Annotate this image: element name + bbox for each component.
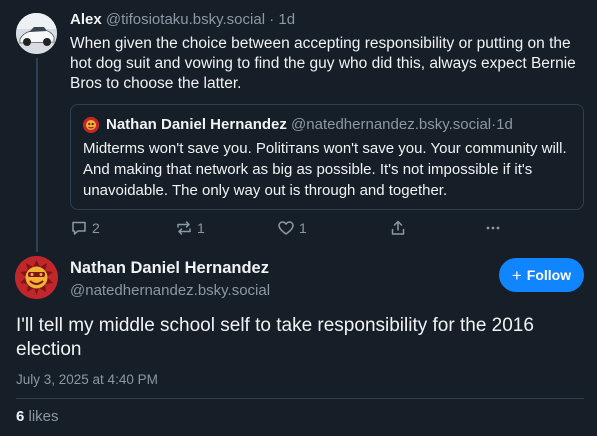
quoted-post-header: Nathan Daniel Hernandez @natedhernandez.…	[106, 116, 513, 133]
repost-count: 1	[197, 220, 205, 236]
parent-post-age[interactable]: 1d	[278, 11, 295, 28]
likes-count: 6	[16, 408, 25, 425]
divider	[16, 398, 584, 399]
reply-icon	[70, 219, 88, 237]
likes-label: likes	[28, 408, 59, 425]
like-count: 1	[299, 220, 307, 236]
thread-line	[36, 58, 38, 252]
follow-label: Follow	[526, 267, 572, 283]
parent-separator: ·	[269, 11, 275, 28]
quoted-author-handle[interactable]: @natedhernandez.bsky.social	[291, 116, 491, 133]
reply-count: 2	[92, 220, 100, 236]
repost-button[interactable]: 1	[175, 219, 205, 237]
main-author-name[interactable]: Nathan Daniel Hernandez	[70, 259, 269, 278]
parent-author-name[interactable]: Alex	[70, 11, 102, 28]
like-button[interactable]: 1	[277, 219, 307, 237]
quoted-post-text: Midterms won't save you. Politiтans won'…	[83, 140, 567, 199]
more-options-button[interactable]	[484, 219, 502, 237]
reply-button[interactable]: 2	[70, 219, 100, 237]
parent-author-handle[interactable]: @tifosiotaku.bsky.social	[106, 11, 265, 28]
ellipsis-icon	[484, 219, 502, 237]
parent-post-header: Alex @tifosiotaku.bsky.social · 1d	[70, 11, 295, 28]
quoted-post-age[interactable]: 1d	[496, 116, 513, 133]
parent-author-avatar[interactable]	[16, 13, 57, 54]
heart-icon	[277, 219, 295, 237]
main-post-timestamp[interactable]: July 3, 2025 at 4:40 PM	[16, 372, 158, 387]
main-post-text: I'll tell my middle school self to take …	[16, 315, 534, 360]
parent-post-actions: 2 1 1	[70, 219, 510, 239]
main-author-handle[interactable]: @natedhernandez.bsky.social	[70, 282, 270, 299]
likes-summary[interactable]: 6 likes	[16, 408, 59, 425]
repost-icon	[175, 219, 193, 237]
follow-button[interactable]: + Follow	[499, 258, 584, 292]
share-icon	[389, 219, 407, 237]
share-button[interactable]	[389, 219, 407, 237]
quoted-post-card[interactable]: Nathan Daniel Hernandez @natedhernandez.…	[70, 104, 584, 210]
quoted-author-name[interactable]: Nathan Daniel Hernandez	[106, 116, 287, 133]
parent-post-text: When given the choice between accepting …	[70, 35, 576, 92]
quoted-author-avatar	[83, 117, 99, 133]
main-author-avatar[interactable]	[15, 256, 58, 299]
plus-icon: +	[511, 265, 522, 285]
